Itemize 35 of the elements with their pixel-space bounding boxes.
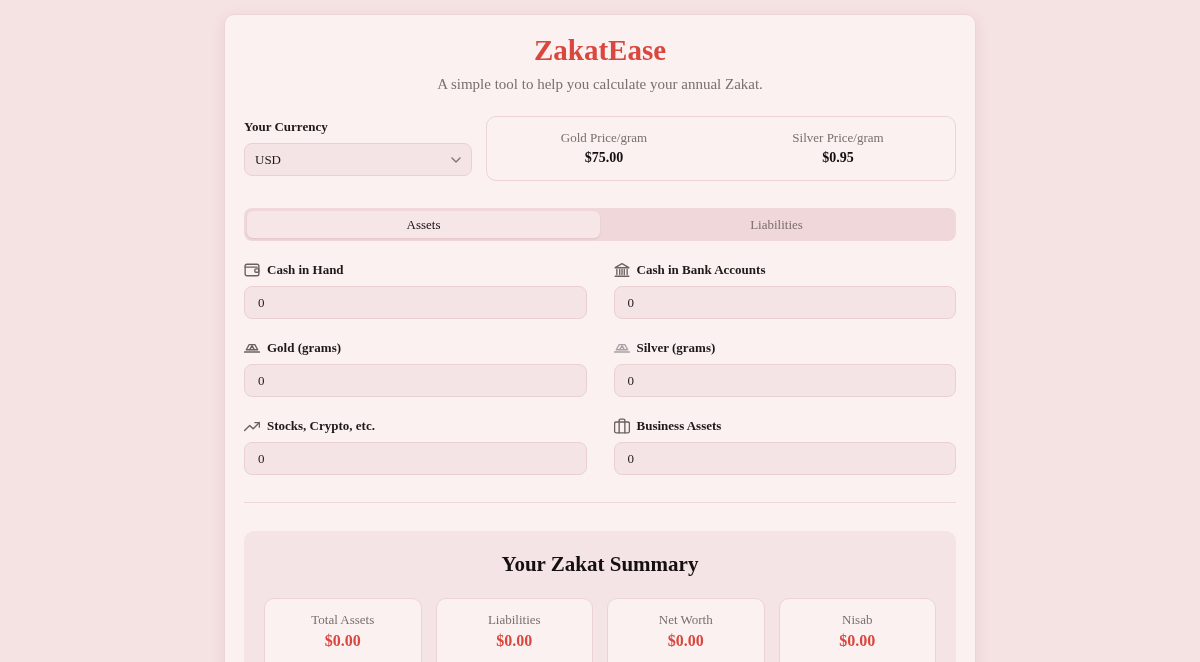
app-subtitle: A simple tool to help you calculate your annual Zakat. [437,75,763,94]
tab[interactable]: Assets [247,211,600,238]
stat-label: Liabilities [487,611,541,629]
wallet-icon [244,262,260,278]
app-title: ZakatEase [533,34,667,66]
field-label: Cash in Bank Accounts [636,261,766,279]
field-label: Cash in Hand [267,261,344,279]
field-label: Stocks, Crypto, etc. [267,417,375,435]
briefcase-icon [613,418,630,434]
stat-value: $0.00 [496,631,533,651]
input-field[interactable]: 0 [613,364,956,397]
stat-value: $0.00 [324,631,361,651]
field-label: Silver (grams) [636,339,716,357]
price-label: Silver Price/gram [792,129,884,147]
currency-label: Your Currency [244,118,329,136]
input-field[interactable]: 0 [244,442,587,475]
tab[interactable]: Liabilities [600,211,953,238]
price-value: $75.00 [584,149,624,167]
summary-title: Your Zakat Summary [500,551,700,578]
stat-value: $0.00 [839,631,876,651]
stat-label: Net Worth [658,611,713,629]
chevron-down-icon [451,156,461,163]
input-field[interactable]: 0 [613,442,956,475]
price-label: Gold Price/gram [560,129,648,147]
stat-label: Total Assets [311,611,375,629]
currency-select[interactable]: USD [244,143,472,176]
stat-label: Nisab [842,611,873,629]
input-field[interactable]: 0 [244,286,587,319]
input-field[interactable]: 0 [613,286,956,319]
field-label: Business Assets [636,417,722,435]
bank-icon [613,262,630,278]
stat-value: $0.00 [667,631,704,651]
input-field[interactable]: 0 [244,364,587,397]
price-value: $0.95 [822,149,854,167]
field-label: Gold (grams) [267,339,342,357]
